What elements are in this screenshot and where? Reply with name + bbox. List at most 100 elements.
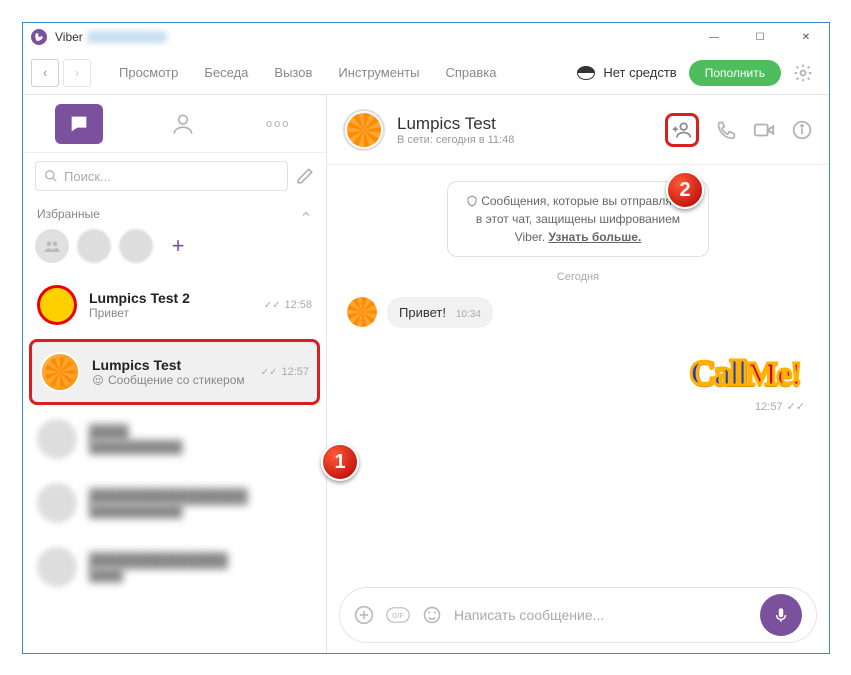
favorite-contact[interactable] (77, 229, 111, 263)
balance: Нет средств (577, 65, 676, 80)
chat-item-blurred[interactable]: ████████████████ ███████████ (23, 471, 326, 535)
menu-items: Просмотр Беседа Вызов Инструменты Справк… (119, 65, 496, 80)
chat-list: Lumpics Test 2 Привет ✓✓ 12:58 Lumpics T… (23, 273, 326, 653)
window-controls: — ☐ ✕ (691, 23, 829, 51)
chat-item-selected[interactable]: Lumpics Test Сообщение со стикером ✓✓ 12… (29, 339, 320, 405)
chat-name: Lumpics Test 2 (89, 290, 252, 306)
chat-meta: ✓✓ 12:57 (261, 366, 309, 378)
chat-header: Lumpics Test В сети: сегодня в 11:48 (327, 95, 829, 165)
nav-forward-button[interactable]: › (63, 59, 91, 87)
chat-preview: ███████████ (89, 504, 312, 518)
message-input[interactable]: Написать сообщение... (454, 607, 748, 623)
read-ticks-icon: ✓✓ (264, 300, 281, 311)
favorite-add-button[interactable]: + (161, 229, 195, 263)
date-separator: Сегодня (557, 271, 599, 283)
maximize-button[interactable]: ☐ (737, 23, 783, 51)
menubar: ‹ › Просмотр Беседа Вызов Инструменты Сп… (23, 51, 829, 95)
attach-button[interactable] (354, 605, 374, 625)
message-time: 10:34 (456, 309, 481, 320)
titlebar: Viber — ☐ ✕ (23, 23, 829, 51)
chat-panel: Lumpics Test В сети: сегодня в 11:48 (327, 95, 829, 653)
chat-avatar (37, 419, 77, 459)
settings-gear-icon[interactable] (793, 63, 813, 83)
group-icon (43, 237, 61, 255)
callout-marker-2: 2 (666, 171, 704, 209)
chat-time: 12:58 (284, 299, 312, 311)
read-ticks-icon: ✓✓ (261, 367, 278, 378)
header-avatar[interactable] (343, 109, 385, 151)
chat-item-blurred[interactable]: ████ ███████████ (23, 407, 326, 471)
contact-icon (170, 111, 196, 137)
chat-name: ████████████████ (89, 488, 312, 504)
minimize-button[interactable]: — (691, 23, 737, 51)
menu-help[interactable]: Справка (445, 65, 496, 80)
compose-icon (296, 167, 314, 185)
chat-preview: Сообщение со стикером (92, 373, 249, 387)
gif-button[interactable]: GIF (386, 606, 410, 624)
compose-button[interactable] (296, 167, 314, 185)
learn-more-link[interactable]: Узнать больше. (549, 230, 642, 244)
menu-view[interactable]: Просмотр (119, 65, 178, 80)
info-icon (792, 120, 812, 140)
window-title: Viber (55, 30, 83, 44)
chat-preview: ███████████ (89, 440, 312, 454)
chat-name: ██████████████ (89, 552, 312, 568)
topup-button[interactable]: Пополнить (689, 60, 781, 86)
favorites-row: + (23, 225, 326, 273)
tab-contacts[interactable] (135, 95, 231, 152)
messages-area: Сообщения, которые вы отправляете в этот… (327, 165, 829, 587)
message-avatar[interactable] (347, 297, 377, 327)
read-ticks-icon: ✓✓ (787, 400, 805, 413)
search-row: Поиск... (23, 153, 326, 199)
favorites-label: Избранные (37, 207, 100, 221)
voice-call-button[interactable] (715, 119, 737, 141)
microphone-icon (772, 606, 790, 624)
favorites-header: Избранные (23, 199, 326, 225)
shield-icon (466, 195, 478, 207)
viber-logo-icon (31, 29, 47, 45)
nav-back-button[interactable]: ‹ (31, 59, 59, 87)
more-icon: ooo (266, 118, 290, 130)
plus-icon (354, 605, 374, 625)
tab-more[interactable]: ooo (230, 95, 326, 152)
balance-label: Нет средств (603, 65, 676, 80)
message-incoming: Привет! 10:34 (347, 297, 809, 328)
favorite-contact[interactable] (119, 229, 153, 263)
video-call-button[interactable] (753, 119, 775, 141)
sticker-button[interactable] (422, 605, 442, 625)
chat-item-blurred[interactable]: ██████████████ ████ (23, 535, 326, 599)
menu-conversation[interactable]: Беседа (204, 65, 248, 80)
tab-chats[interactable] (23, 95, 135, 152)
search-icon (44, 169, 58, 183)
balance-icon (577, 66, 595, 80)
favorite-group[interactable] (35, 229, 69, 263)
close-button[interactable]: ✕ (783, 23, 829, 51)
chat-avatar (37, 483, 77, 523)
info-button[interactable] (791, 119, 813, 141)
menu-tools[interactable]: Инструменты (338, 65, 419, 80)
app-body: ooo Поиск... Избранные (23, 95, 829, 653)
header-actions (665, 113, 813, 147)
phone-icon (716, 120, 736, 140)
smiley-icon (422, 605, 442, 625)
voice-message-button[interactable] (760, 594, 802, 636)
add-participant-button[interactable] (665, 113, 699, 147)
chat-time: 12:57 (281, 366, 309, 378)
sticker-callme: CallMe! (685, 346, 805, 400)
chat-bubble-icon (68, 113, 90, 135)
add-user-icon (672, 119, 692, 141)
sidebar: ooo Поиск... Избранные (23, 95, 327, 653)
favorites-collapse-button[interactable] (300, 208, 312, 220)
search-placeholder: Поиск... (64, 169, 279, 184)
chat-preview: Привет (89, 306, 252, 320)
callout-marker-1: 1 (321, 443, 359, 481)
chat-avatar (37, 285, 77, 325)
menu-call[interactable]: Вызов (274, 65, 312, 80)
sticker-icon (92, 374, 104, 386)
gif-icon: GIF (386, 606, 410, 624)
window-title-blurred (87, 31, 167, 43)
search-input[interactable]: Поиск... (35, 161, 288, 191)
chat-item[interactable]: Lumpics Test 2 Привет ✓✓ 12:58 (23, 273, 326, 337)
sticker-time: 12:57 (755, 401, 783, 413)
sidebar-tabs: ooo (23, 95, 326, 153)
